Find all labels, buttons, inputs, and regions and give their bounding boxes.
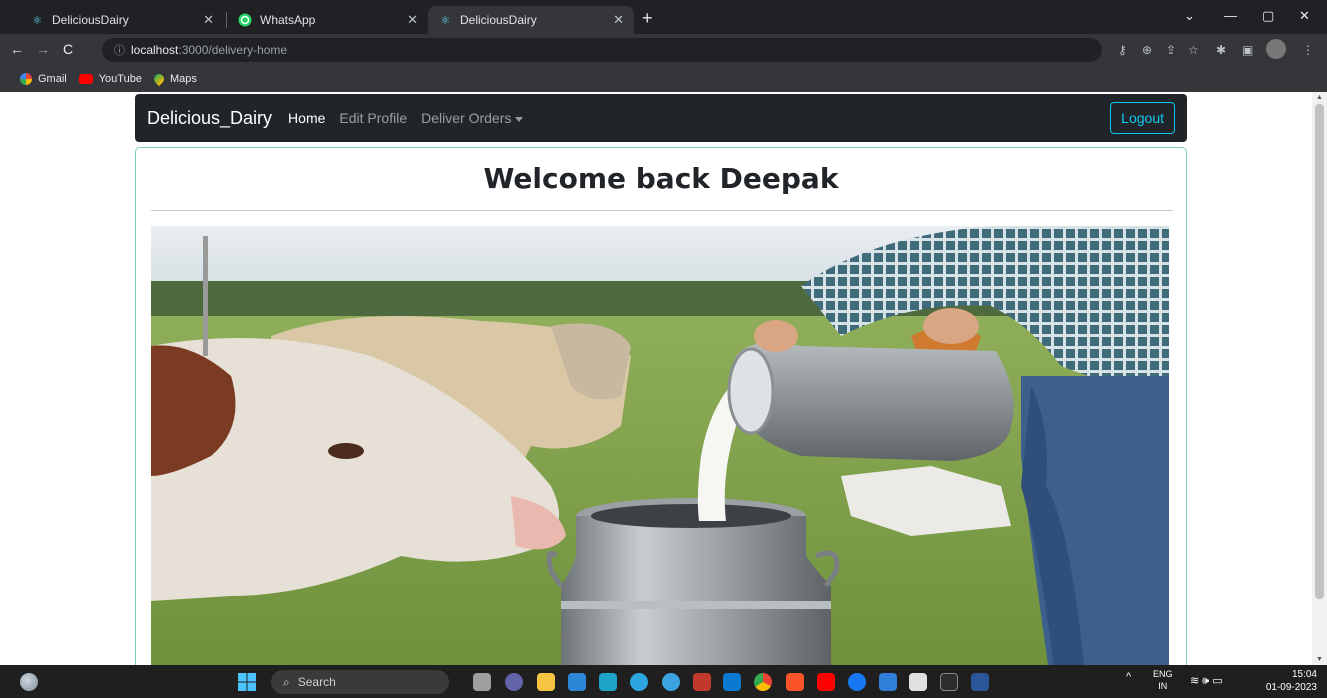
bookmarks-bar: Gmail YouTube Maps [0, 66, 1327, 92]
welcome-card: Welcome back Deepak [135, 147, 1187, 665]
bookmark-star-icon[interactable]: ☆ [1188, 43, 1199, 57]
search-icon: ⌕ [283, 674, 290, 689]
close-icon[interactable]: ✕ [203, 12, 214, 28]
language-indicator[interactable]: ENG IN [1153, 668, 1173, 692]
store-icon[interactable] [568, 673, 586, 691]
share-icon[interactable]: ⇪ [1166, 43, 1176, 57]
wifi-icon[interactable]: ≋ [1190, 675, 1199, 687]
chrome-icon[interactable] [754, 673, 772, 691]
close-icon[interactable]: ✕ [613, 12, 624, 28]
volume-icon[interactable]: 🕪 [1202, 675, 1209, 687]
clock-time: 15:04 [1291, 669, 1317, 680]
nav-home[interactable]: Home [288, 110, 325, 126]
back-icon[interactable]: ← [10, 41, 24, 57]
bookmark-youtube[interactable]: YouTube [78, 73, 142, 85]
divider [151, 210, 1173, 211]
scroll-up-arrow-icon[interactable]: ▲ [1316, 94, 1323, 101]
bookmark-label: Maps [169, 73, 197, 85]
bookmark-label: YouTube [98, 73, 142, 85]
key-icon[interactable]: ⚷ [1118, 43, 1127, 57]
page-viewport: Delicious_Dairy Home Edit Profile Delive… [0, 92, 1327, 665]
word-icon[interactable] [971, 673, 989, 691]
url-host: localhost [131, 43, 179, 57]
tab-separator [226, 12, 227, 28]
facebook-icon[interactable] [848, 673, 866, 691]
caret-down-icon [515, 116, 524, 122]
youtube-icon[interactable] [817, 673, 835, 691]
browser-toolbar: ← → C ⓘ localhost :3000/delivery-home ⚷ … [0, 34, 1327, 66]
tab-title: WhatsApp [260, 13, 316, 27]
file-explorer-icon[interactable] [537, 673, 555, 691]
tab-title: DeliciousDairy [52, 13, 129, 27]
app-icon[interactable] [662, 673, 680, 691]
address-bar[interactable]: ⓘ localhost :3000/delivery-home [102, 38, 1102, 62]
task-view-icon[interactable] [473, 673, 491, 691]
tab-whatsapp[interactable]: WhatsApp ✕ [228, 6, 428, 34]
tab-strip: ⚛ DeliciousDairy ✕ WhatsApp ✕ ⚛ Deliciou… [0, 0, 1327, 34]
weather-icon[interactable] [20, 673, 38, 691]
edge-icon[interactable] [630, 673, 648, 691]
profile-avatar[interactable] [1266, 39, 1286, 59]
chevron-up-icon[interactable]: ^ [1126, 671, 1131, 683]
react-icon: ⚛ [440, 14, 450, 27]
tab-title: DeliciousDairy [460, 13, 537, 27]
clock[interactable]: 15:04 01-09-2023 [1257, 668, 1317, 694]
windows-taskbar: ⌕ Search ^ ENG IN ≋ 🕪 ▭ 15:04 01-09-2023 [0, 665, 1327, 698]
react-icon: ⚛ [32, 14, 42, 27]
lang-region: IN [1158, 681, 1168, 691]
close-icon[interactable]: ✕ [407, 12, 418, 28]
extensions-icon[interactable]: ✱ [1216, 43, 1226, 57]
app-navbar: Delicious_Dairy Home Edit Profile Delive… [135, 94, 1187, 142]
lang-code: ENG [1153, 669, 1173, 679]
page-scrollbar[interactable]: ▲ ▼ [1312, 92, 1327, 665]
terminal-icon[interactable] [940, 673, 958, 691]
restore-icon[interactable]: ▢ [1262, 8, 1274, 24]
nav-edit-profile[interactable]: Edit Profile [339, 110, 407, 126]
tab-deliciousdairy-active[interactable]: ⚛ DeliciousDairy ✕ [428, 6, 634, 34]
taskbar-search[interactable]: ⌕ Search [271, 670, 449, 694]
new-tab-icon[interactable]: + [642, 8, 653, 29]
google-icon [20, 73, 32, 85]
nav-deliver-orders[interactable]: Deliver Orders [421, 110, 524, 126]
welcome-heading: Welcome back Deepak [483, 162, 839, 195]
chevron-down-icon[interactable]: ⌄ [1184, 8, 1195, 24]
url-path: :3000/delivery-home [178, 43, 288, 57]
bookmark-maps[interactable]: Maps [151, 71, 197, 87]
minimize-icon[interactable]: — [1224, 8, 1237, 23]
clock-date: 01-09-2023 [1265, 682, 1317, 693]
maps-pin-icon [151, 71, 167, 87]
bookmark-gmail[interactable]: Gmail [20, 73, 67, 85]
mcafee-icon[interactable] [693, 673, 711, 691]
zoom-icon[interactable]: ⊕ [1142, 43, 1152, 57]
vscode-icon[interactable] [723, 673, 741, 691]
windows-start-icon[interactable] [238, 673, 256, 691]
brave-icon[interactable] [786, 673, 804, 691]
info-icon[interactable]: ⓘ [114, 42, 125, 58]
brand-logo[interactable]: Delicious_Dairy [147, 108, 272, 129]
forward-icon[interactable]: → [36, 41, 50, 57]
whatsapp-icon [238, 13, 252, 27]
scroll-down-arrow-icon[interactable]: ▼ [1316, 656, 1323, 663]
taskbar-search-label: Search [297, 675, 336, 689]
skype-icon[interactable] [879, 673, 897, 691]
browser-chrome: ⚛ DeliciousDairy ✕ WhatsApp ✕ ⚛ Deliciou… [0, 0, 1327, 92]
reload-icon[interactable]: C [63, 41, 73, 57]
chat-icon[interactable] [505, 673, 523, 691]
scroll-thumb[interactable] [1315, 104, 1324, 599]
hero-image-dairy-farm [151, 226, 1169, 665]
tab-deliciousdairy-1[interactable]: ⚛ DeliciousDairy ✕ [20, 6, 224, 34]
close-window-icon[interactable]: ✕ [1299, 8, 1310, 24]
app-icon[interactable] [909, 673, 927, 691]
bookmark-label: Gmail [38, 73, 67, 85]
logout-button[interactable]: Logout [1110, 102, 1175, 134]
sidepanel-icon[interactable]: ▣ [1242, 43, 1253, 57]
menu-icon[interactable]: ⋮ [1302, 43, 1314, 57]
mysql-icon[interactable] [599, 673, 617, 691]
system-tray-icons[interactable]: ≋ 🕪 ▭ [1190, 674, 1223, 688]
youtube-icon [78, 74, 93, 84]
nav-deliver-orders-label: Deliver Orders [421, 110, 512, 126]
battery-icon[interactable]: ▭ [1212, 675, 1222, 687]
